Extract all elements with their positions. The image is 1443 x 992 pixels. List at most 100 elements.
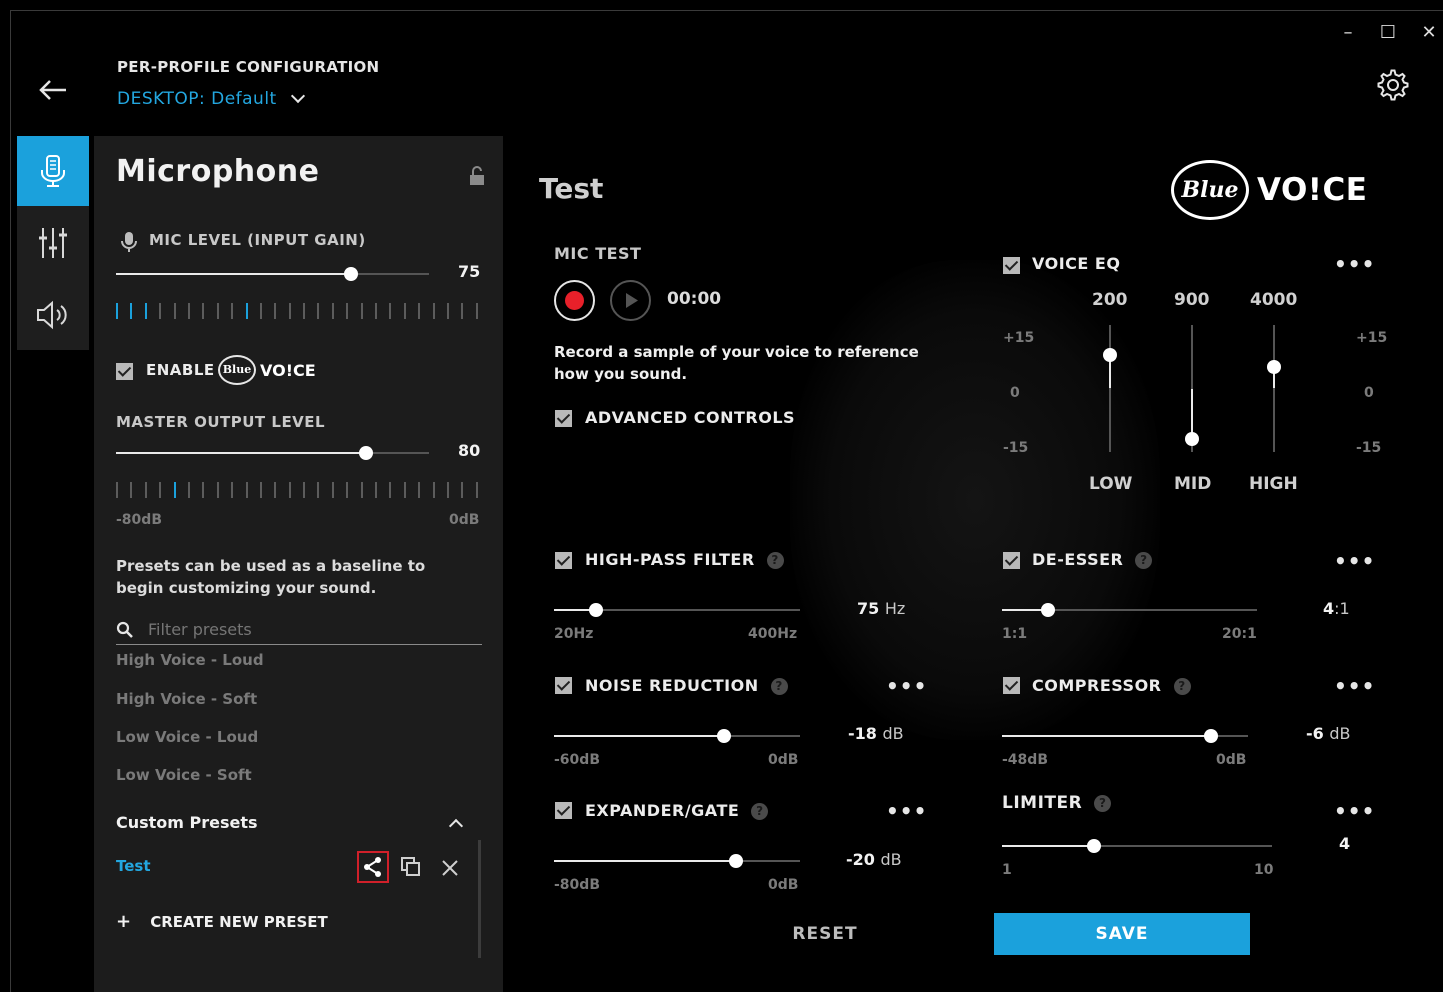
meter-segment bbox=[375, 482, 378, 498]
maximize-button[interactable]: ☐ bbox=[1377, 22, 1399, 44]
high-pass-slider[interactable] bbox=[554, 603, 800, 617]
limiter-slider[interactable] bbox=[1002, 839, 1272, 853]
preset-item[interactable]: Low Voice - Soft bbox=[116, 766, 252, 784]
expander-slider[interactable] bbox=[554, 854, 800, 868]
panel-title: Microphone bbox=[116, 154, 320, 189]
eq-mid-slider[interactable] bbox=[1185, 325, 1199, 452]
compressor-help-icon[interactable]: ? bbox=[1173, 678, 1191, 695]
eq-low-slider[interactable] bbox=[1103, 325, 1117, 452]
meter-segment bbox=[389, 303, 392, 319]
play-button[interactable] bbox=[610, 280, 651, 321]
advanced-controls-checkbox[interactable] bbox=[555, 410, 572, 427]
noise-reduction-more-button[interactable]: ••• bbox=[886, 676, 927, 696]
high-pass-help-icon[interactable]: ? bbox=[766, 552, 784, 569]
close-button[interactable]: ✕ bbox=[1418, 22, 1440, 44]
voice-eq-more-button[interactable]: ••• bbox=[1334, 254, 1375, 274]
headset-background-image bbox=[790, 260, 1160, 740]
custom-presets-heading[interactable]: Custom Presets bbox=[116, 813, 258, 832]
master-output-slider[interactable] bbox=[116, 446, 429, 460]
create-preset-button[interactable]: + CREATE NEW PRESET bbox=[116, 911, 328, 932]
microphone-icon bbox=[41, 155, 65, 187]
meter-segment bbox=[317, 482, 320, 498]
page-title: PER-PROFILE CONFIGURATION bbox=[117, 58, 380, 76]
de-esser-more-button[interactable]: ••• bbox=[1334, 551, 1375, 571]
noise-reduction-slider[interactable] bbox=[554, 729, 800, 743]
meter-segment bbox=[375, 303, 378, 319]
eq-handle[interactable] bbox=[1267, 360, 1281, 375]
meter-segment bbox=[346, 303, 349, 319]
duplicate-icon[interactable] bbox=[400, 856, 422, 878]
reset-button[interactable]: RESET bbox=[770, 913, 880, 955]
limiter-more-button[interactable]: ••• bbox=[1334, 801, 1375, 821]
mic-level-slider[interactable] bbox=[116, 267, 429, 281]
share-button[interactable] bbox=[357, 851, 389, 883]
meter-segment bbox=[159, 303, 162, 319]
expander-help-icon[interactable]: ? bbox=[751, 803, 769, 820]
meter-segment bbox=[432, 303, 435, 319]
gear-icon[interactable] bbox=[1376, 68, 1410, 102]
meter-segment bbox=[303, 303, 306, 319]
mic-level-handle[interactable] bbox=[343, 267, 358, 281]
meter-segment bbox=[202, 303, 205, 319]
nav-speaker[interactable] bbox=[17, 280, 89, 350]
save-button[interactable]: SAVE bbox=[994, 913, 1250, 955]
unlock-icon[interactable] bbox=[468, 166, 486, 186]
nav-microphone[interactable] bbox=[17, 136, 89, 206]
preset-item[interactable]: High Voice - Soft bbox=[116, 690, 257, 708]
de-esser-slider[interactable] bbox=[1002, 603, 1257, 617]
enable-voice-checkbox[interactable] bbox=[116, 363, 133, 380]
side-nav bbox=[17, 136, 89, 350]
compressor-handle[interactable] bbox=[1204, 729, 1219, 743]
meter-segment bbox=[446, 303, 449, 319]
compressor-more-button[interactable]: ••• bbox=[1334, 676, 1375, 696]
scrollbar[interactable] bbox=[478, 840, 481, 958]
profile-selector[interactable]: DESKTOP: Default bbox=[117, 88, 305, 109]
meter-segment bbox=[116, 303, 118, 319]
eq-scale-mid-right: 0 bbox=[1364, 385, 1374, 401]
eq-freq-mid: 900 bbox=[1174, 290, 1210, 310]
meter-segment bbox=[461, 303, 464, 319]
back-arrow-icon[interactable] bbox=[38, 78, 68, 102]
de-esser-handle[interactable] bbox=[1040, 603, 1055, 617]
noise-reduction-help-icon[interactable]: ? bbox=[770, 678, 788, 695]
voice-eq-checkbox[interactable] bbox=[1003, 257, 1020, 274]
noise-reduction-max: 0dB bbox=[768, 752, 799, 768]
meter-segment bbox=[245, 303, 248, 319]
high-pass-handle[interactable] bbox=[588, 603, 603, 617]
meter-segment bbox=[187, 303, 190, 319]
meter-segment bbox=[331, 303, 334, 319]
eq-scale-top-right: +15 bbox=[1356, 330, 1388, 346]
de-esser-min: 1:1 bbox=[1002, 626, 1028, 642]
eq-high-slider[interactable] bbox=[1267, 325, 1281, 452]
expander-more-button[interactable]: ••• bbox=[886, 801, 927, 821]
high-pass-max: 400Hz bbox=[748, 626, 798, 642]
limiter-handle[interactable] bbox=[1086, 839, 1101, 853]
minimize-button[interactable]: – bbox=[1337, 22, 1359, 44]
delete-icon[interactable] bbox=[441, 859, 459, 877]
record-button[interactable] bbox=[554, 280, 595, 321]
equalizer-icon bbox=[39, 228, 67, 258]
high-pass-value: 75 Hz bbox=[857, 599, 906, 618]
preset-item[interactable]: High Voice - Loud bbox=[116, 651, 264, 669]
eq-handle[interactable] bbox=[1185, 432, 1199, 447]
limiter-help-icon[interactable]: ? bbox=[1094, 794, 1112, 812]
meter-segment bbox=[216, 303, 219, 319]
de-esser-help-icon[interactable]: ? bbox=[1135, 552, 1153, 569]
filter-presets-input[interactable] bbox=[146, 616, 480, 642]
output-level-meter bbox=[116, 482, 478, 498]
compressor-checkbox[interactable] bbox=[1003, 677, 1020, 694]
custom-preset-item[interactable]: Test bbox=[116, 857, 151, 875]
compressor-slider[interactable] bbox=[1002, 729, 1248, 743]
noise-reduction-checkbox[interactable] bbox=[555, 677, 572, 694]
high-pass-checkbox[interactable] bbox=[555, 552, 572, 569]
noise-reduction-handle[interactable] bbox=[716, 729, 731, 743]
eq-handle[interactable] bbox=[1103, 347, 1117, 362]
chevron-down-icon bbox=[290, 88, 305, 104]
meter-segment bbox=[360, 482, 363, 498]
preset-item[interactable]: Low Voice - Loud bbox=[116, 728, 258, 746]
expander-checkbox[interactable] bbox=[555, 802, 572, 819]
de-esser-checkbox[interactable] bbox=[1003, 552, 1020, 569]
expander-handle[interactable] bbox=[729, 854, 744, 868]
nav-equalizer[interactable] bbox=[17, 208, 89, 278]
meter-segment bbox=[116, 482, 118, 498]
